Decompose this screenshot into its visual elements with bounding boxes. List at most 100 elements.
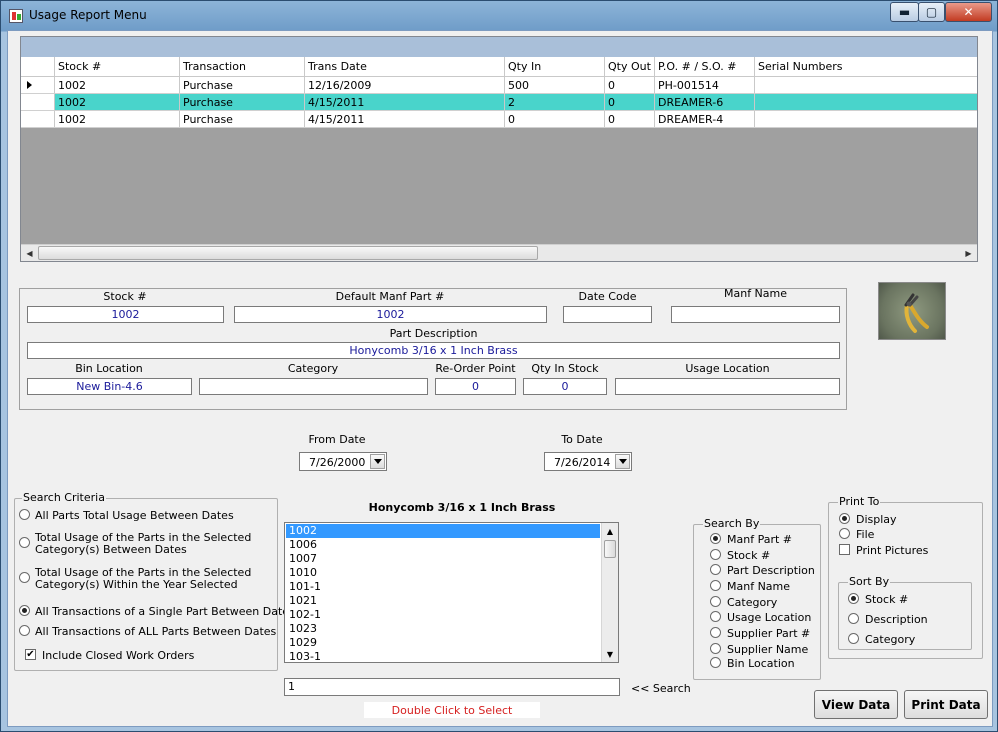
cell-stock[interactable]: 1002: [55, 111, 180, 127]
print-to-option-0[interactable]: Display: [856, 513, 897, 526]
search-by-option-6[interactable]: Supplier Part #: [727, 627, 810, 640]
cell-qty-in[interactable]: 500: [505, 77, 605, 93]
cell-qty-out[interactable]: 0: [605, 77, 655, 93]
scroll-down-icon[interactable]: ▼: [602, 646, 618, 662]
usage-location-field[interactable]: [615, 378, 840, 395]
cell-serial[interactable]: [755, 111, 977, 127]
manf-part-field[interactable]: 1002: [234, 306, 547, 323]
scroll-thumb[interactable]: [604, 540, 616, 558]
column-header-qty-in[interactable]: Qty In: [505, 57, 605, 76]
reorder-point-field[interactable]: 0: [435, 378, 516, 395]
view-data-button[interactable]: View Data: [814, 690, 898, 719]
criteria-radio-3[interactable]: [19, 605, 30, 616]
search-by-radio-6[interactable]: [710, 627, 721, 638]
search-by-option-5[interactable]: Usage Location: [727, 611, 811, 624]
column-header-po-so[interactable]: P.O. # / S.O. #: [655, 57, 755, 76]
search-by-option-1[interactable]: Stock #: [727, 549, 770, 562]
table-row[interactable]: 1002 Purchase 4/15/2011 0 0 DREAMER-4: [21, 111, 977, 128]
maximize-button[interactable]: ▢: [918, 2, 945, 22]
print-data-button[interactable]: Print Data: [904, 690, 988, 719]
part-listbox[interactable]: 1002 1006 1007 1010 101-1 1021 102-1 102…: [284, 522, 619, 663]
cell-trans-date[interactable]: 4/15/2011: [305, 94, 505, 110]
cell-transaction[interactable]: Purchase: [180, 94, 305, 110]
sort-by-option-2[interactable]: Category: [865, 633, 915, 646]
from-date-picker[interactable]: 7/26/2000: [299, 452, 387, 471]
cell-serial[interactable]: [755, 94, 977, 110]
sort-by-radio-0[interactable]: [848, 593, 859, 604]
print-pictures-label[interactable]: Print Pictures: [856, 544, 928, 557]
date-code-field[interactable]: [563, 306, 652, 323]
cell-stock[interactable]: 1002: [55, 77, 180, 93]
cell-po-so[interactable]: DREAMER-4: [655, 111, 755, 127]
criteria-radio-2[interactable]: [19, 572, 30, 583]
minimize-button[interactable]: ▬: [890, 2, 919, 22]
search-by-radio-1[interactable]: [710, 549, 721, 560]
cell-trans-date[interactable]: 4/15/2011: [305, 111, 505, 127]
list-vertical-scrollbar[interactable]: ▲ ▼: [601, 523, 618, 662]
cell-transaction[interactable]: Purchase: [180, 111, 305, 127]
row-header[interactable]: [21, 111, 55, 127]
table-row[interactable]: 1002 Purchase 12/16/2009 500 0 PH-001514: [21, 77, 977, 94]
print-pictures-checkbox[interactable]: [839, 544, 850, 555]
list-item[interactable]: 1029: [286, 636, 600, 650]
sort-by-radio-1[interactable]: [848, 613, 859, 624]
criteria-option-0[interactable]: All Parts Total Usage Between Dates: [35, 509, 234, 522]
cell-qty-out[interactable]: 0: [605, 94, 655, 110]
to-date-picker[interactable]: 7/26/2014: [544, 452, 632, 471]
criteria-radio-1[interactable]: [19, 537, 30, 548]
search-by-option-4[interactable]: Category: [727, 596, 777, 609]
search-by-radio-4[interactable]: [710, 596, 721, 607]
cell-qty-out[interactable]: 0: [605, 111, 655, 127]
scroll-up-icon[interactable]: ▲: [602, 523, 618, 539]
cell-po-so[interactable]: DREAMER-6: [655, 94, 755, 110]
column-header-serial-numbers[interactable]: Serial Numbers: [755, 57, 977, 76]
criteria-option-3[interactable]: All Transactions of a Single Part Betwee…: [35, 605, 295, 618]
scroll-left-icon[interactable]: ◀: [21, 245, 38, 261]
category-field[interactable]: [199, 378, 428, 395]
list-item[interactable]: 102-1: [286, 608, 600, 622]
column-header-transaction[interactable]: Transaction: [180, 57, 305, 76]
search-by-option-3[interactable]: Manf Name: [727, 580, 790, 593]
scroll-thumb[interactable]: [38, 246, 538, 260]
search-by-option-2[interactable]: Part Description: [727, 564, 815, 577]
search-by-option-7[interactable]: Supplier Name: [727, 643, 808, 656]
search-by-radio-7[interactable]: [710, 643, 721, 654]
search-by-option-0[interactable]: Manf Part #: [727, 533, 792, 546]
transactions-grid[interactable]: Stock # Transaction Trans Date Qty In Qt…: [20, 36, 978, 262]
list-item[interactable]: 101-1: [286, 580, 600, 594]
list-item[interactable]: 1023: [286, 622, 600, 636]
scroll-right-icon[interactable]: ▶: [960, 245, 977, 261]
list-item[interactable]: 1002: [286, 524, 600, 538]
manf-name-field[interactable]: [671, 306, 840, 323]
title-bar[interactable]: Usage Report Menu ▬ ▢ ✕: [1, 1, 998, 31]
criteria-option-1-line2[interactable]: Category(s) Between Dates: [35, 543, 187, 556]
criteria-radio-0[interactable]: [19, 509, 30, 520]
cell-qty-in[interactable]: 2: [505, 94, 605, 110]
table-row[interactable]: 1002 Purchase 4/15/2011 2 0 DREAMER-6: [21, 94, 977, 111]
list-item[interactable]: 1006: [286, 538, 600, 552]
criteria-option-2-line2[interactable]: Category(s) Within the Year Selected: [35, 578, 238, 591]
bin-location-field[interactable]: New Bin-4.6: [27, 378, 192, 395]
cell-qty-in[interactable]: 0: [505, 111, 605, 127]
row-header[interactable]: [21, 94, 55, 110]
chevron-down-icon[interactable]: [370, 454, 385, 469]
part-description-field[interactable]: Honycomb 3/16 x 1 Inch Brass: [27, 342, 840, 359]
print-to-radio-0[interactable]: [839, 513, 850, 524]
close-button[interactable]: ✕: [945, 2, 992, 22]
criteria-option-4[interactable]: All Transactions of ALL Parts Between Da…: [35, 625, 276, 638]
cell-trans-date[interactable]: 12/16/2009: [305, 77, 505, 93]
qty-in-stock-field[interactable]: 0: [523, 378, 607, 395]
chevron-down-icon[interactable]: [615, 454, 630, 469]
search-by-option-8[interactable]: Bin Location: [727, 657, 795, 670]
list-item[interactable]: 1007: [286, 552, 600, 566]
cell-stock[interactable]: 1002: [55, 94, 180, 110]
search-by-radio-2[interactable]: [710, 564, 721, 575]
cell-serial[interactable]: [755, 77, 977, 93]
stock-field[interactable]: 1002: [27, 306, 224, 323]
search-by-radio-8[interactable]: [710, 657, 721, 668]
search-by-radio-0[interactable]: [710, 533, 721, 544]
sort-by-option-1[interactable]: Description: [865, 613, 928, 626]
search-by-radio-5[interactable]: [710, 611, 721, 622]
sort-by-option-0[interactable]: Stock #: [865, 593, 908, 606]
criteria-radio-4[interactable]: [19, 625, 30, 636]
